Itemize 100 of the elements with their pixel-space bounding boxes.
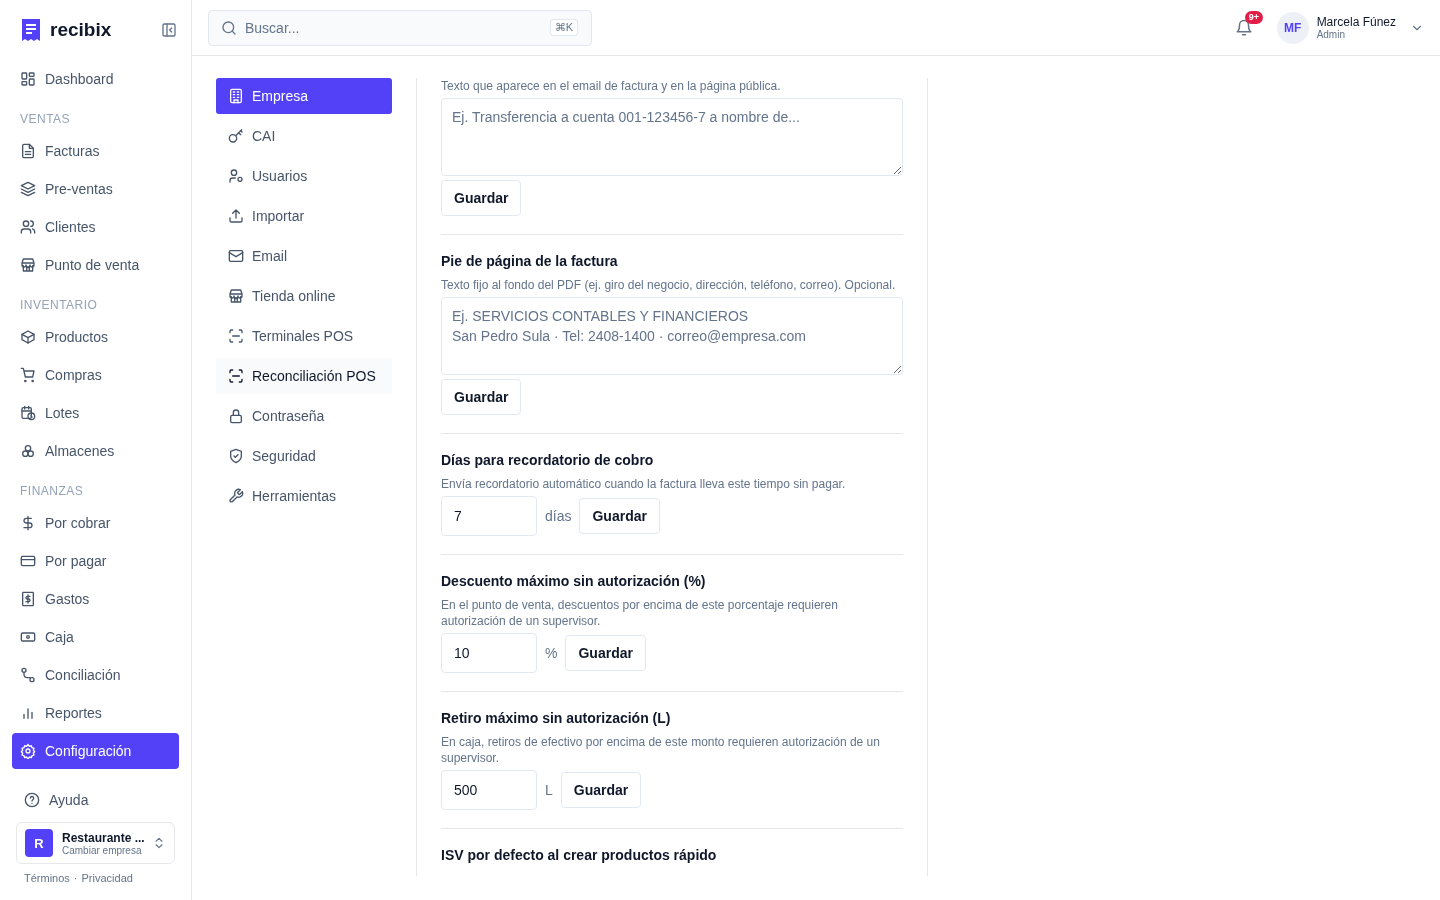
dollar-icon [20,515,36,531]
section-heading: FINANZAS [19,483,85,500]
store-icon [228,288,244,304]
user-avatar: MF [1276,11,1309,44]
sidebar-item[interactable]: Reportes [12,695,179,731]
route-icon [20,667,36,683]
receipt-icon [20,591,36,607]
company-name: Restaurante ... [62,830,143,845]
settings-tab[interactable]: Email [216,238,392,274]
sidebar-item[interactable]: Compras [12,357,179,393]
user-settings-icon [228,168,244,184]
sidebar-item[interactable]: Gastos [12,581,179,617]
section-heading: VENTAS [19,111,72,128]
number-field[interactable]: 10 [441,633,537,673]
sidebar-item[interactable]: Productos [12,319,179,355]
sidebar-item[interactable]: Facturas [12,133,179,169]
setting-title: Pie de página de la factura [441,253,619,269]
sidebar-item[interactable]: Por pagar [12,543,179,579]
sidebar-item[interactable]: Caja [12,619,179,655]
bell-icon [1234,18,1253,37]
company-action: Cambiar empresa [62,844,143,856]
notifications-button[interactable] [1234,18,1253,37]
sidebar-item[interactable]: Clientes [12,209,179,245]
setting-description: Envía recordatorio automático cuando la factura lleva este tiempo sin pagar. [441,476,847,492]
collapse-sidebar-icon [161,22,177,38]
separator: · [73,872,78,884]
save-button[interactable]: Guardar [560,772,642,808]
unit-label: días [545,508,572,524]
setting-title: Días para recordatorio de cobro [441,452,655,468]
wrench-icon [228,488,244,504]
sidebar-item[interactable]: Dashboard [12,61,179,97]
settings-tab[interactable]: Importar [216,198,392,234]
upload-icon [228,208,244,224]
setting-title: ISV por defecto al crear productos rápido [441,847,718,863]
help-link[interactable]: Ayuda [12,782,179,818]
sidebar-item[interactable]: Conciliación [12,657,179,693]
settings-tab[interactable]: CAI [216,118,392,154]
layers-icon [20,181,36,197]
boxes-icon [20,443,36,459]
sidebar-item[interactable]: Almacenes [12,433,179,469]
text-area[interactable]: Ej. Transferencia a cuenta 001-123456-7 a nombre de... [441,98,903,176]
banknote-icon [20,629,36,645]
package-icon [20,329,36,345]
footer-link[interactable]: Términos [24,872,70,884]
user-role: Admin [1316,29,1346,40]
brand-name: recibix [50,19,113,41]
settings-tab[interactable]: Terminales POS [216,318,392,354]
save-button[interactable]: Guardar [441,379,522,415]
setting-description: Texto que aparece en el email de factura y en la página pública. [441,78,782,94]
notification-badge: 9+ [1244,10,1263,24]
setting-description: En caja, retiros de efectivo por encima de este monto requieren autorización de un supervisor. [441,734,881,766]
cart-icon [20,367,36,383]
bar-chart-icon [20,705,36,721]
dashboard-icon [20,71,36,87]
settings-icon [20,743,36,759]
unit-label: % [545,645,558,661]
save-button[interactable]: Guardar [441,180,522,216]
help-icon [24,792,40,808]
sidebar-item[interactable]: Configuración [12,733,179,769]
number-field[interactable]: 7 [441,496,537,536]
mail-icon [228,248,244,264]
setting-description: Texto fijo al fondo del PDF (ej. giro del negocio, dirección, teléfono, correo). Opcional. [441,277,897,293]
settings-tab[interactable]: Tienda online [216,278,392,314]
key-icon [228,128,244,144]
number-field[interactable]: 500 [441,770,537,810]
settings-tab[interactable]: Herramientas [216,478,392,514]
store-icon [20,257,36,273]
settings-tab[interactable]: Usuarios [216,158,392,194]
footer-link[interactable]: Privacidad [81,872,133,884]
setting-description: En el punto de venta, descuentos por encima de este porcentaje requieren autorización de un supervisor. [441,597,839,629]
calendar-clock-icon [20,405,36,421]
unit-label: L [545,782,553,798]
company-avatar: R [25,829,53,857]
settings-tab[interactable]: Reconciliación POS [216,358,392,394]
receipt-logo-icon [22,19,40,41]
settings-tab[interactable]: Contraseña [216,398,392,434]
sidebar-item[interactable]: Por cobrar [12,505,179,541]
text-area[interactable]: Ej. SERVICIOS CONTABLES Y FINANCIEROS San Pedro Sula · Tel: 2408-1400 · correo@empresa.com [441,297,903,375]
scan-icon [228,368,244,384]
sidebar-item[interactable]: Lotes [12,395,179,431]
document-icon [20,143,36,159]
section-heading: INVENTARIO [19,297,99,314]
save-button[interactable]: Guardar [565,635,646,671]
setting-title: Descuento máximo sin autorización (%) [441,573,707,589]
users-icon [20,219,36,235]
setting-title: Retiro máximo sin autorización (L) [441,710,672,726]
company-switcher[interactable]: R Restaurante ... Cambiar empresa [16,822,175,864]
settings-tab[interactable]: Empresa [216,78,392,114]
lock-icon [228,408,244,424]
save-button[interactable]: Guardar [579,498,660,534]
user-menu[interactable]: MF Marcela Fúnez Admin [1276,11,1424,44]
building-icon [228,88,244,104]
scan-icon [228,328,244,344]
collapse-sidebar-button[interactable] [161,22,177,38]
user-name: Marcela Fúnez [1316,15,1396,29]
credit-card-icon [20,553,36,569]
search-icon [221,19,237,36]
sidebar-item[interactable]: Punto de venta [12,247,179,283]
sidebar-item[interactable]: Pre-ventas [12,171,179,207]
settings-tab[interactable]: Seguridad [216,438,392,474]
